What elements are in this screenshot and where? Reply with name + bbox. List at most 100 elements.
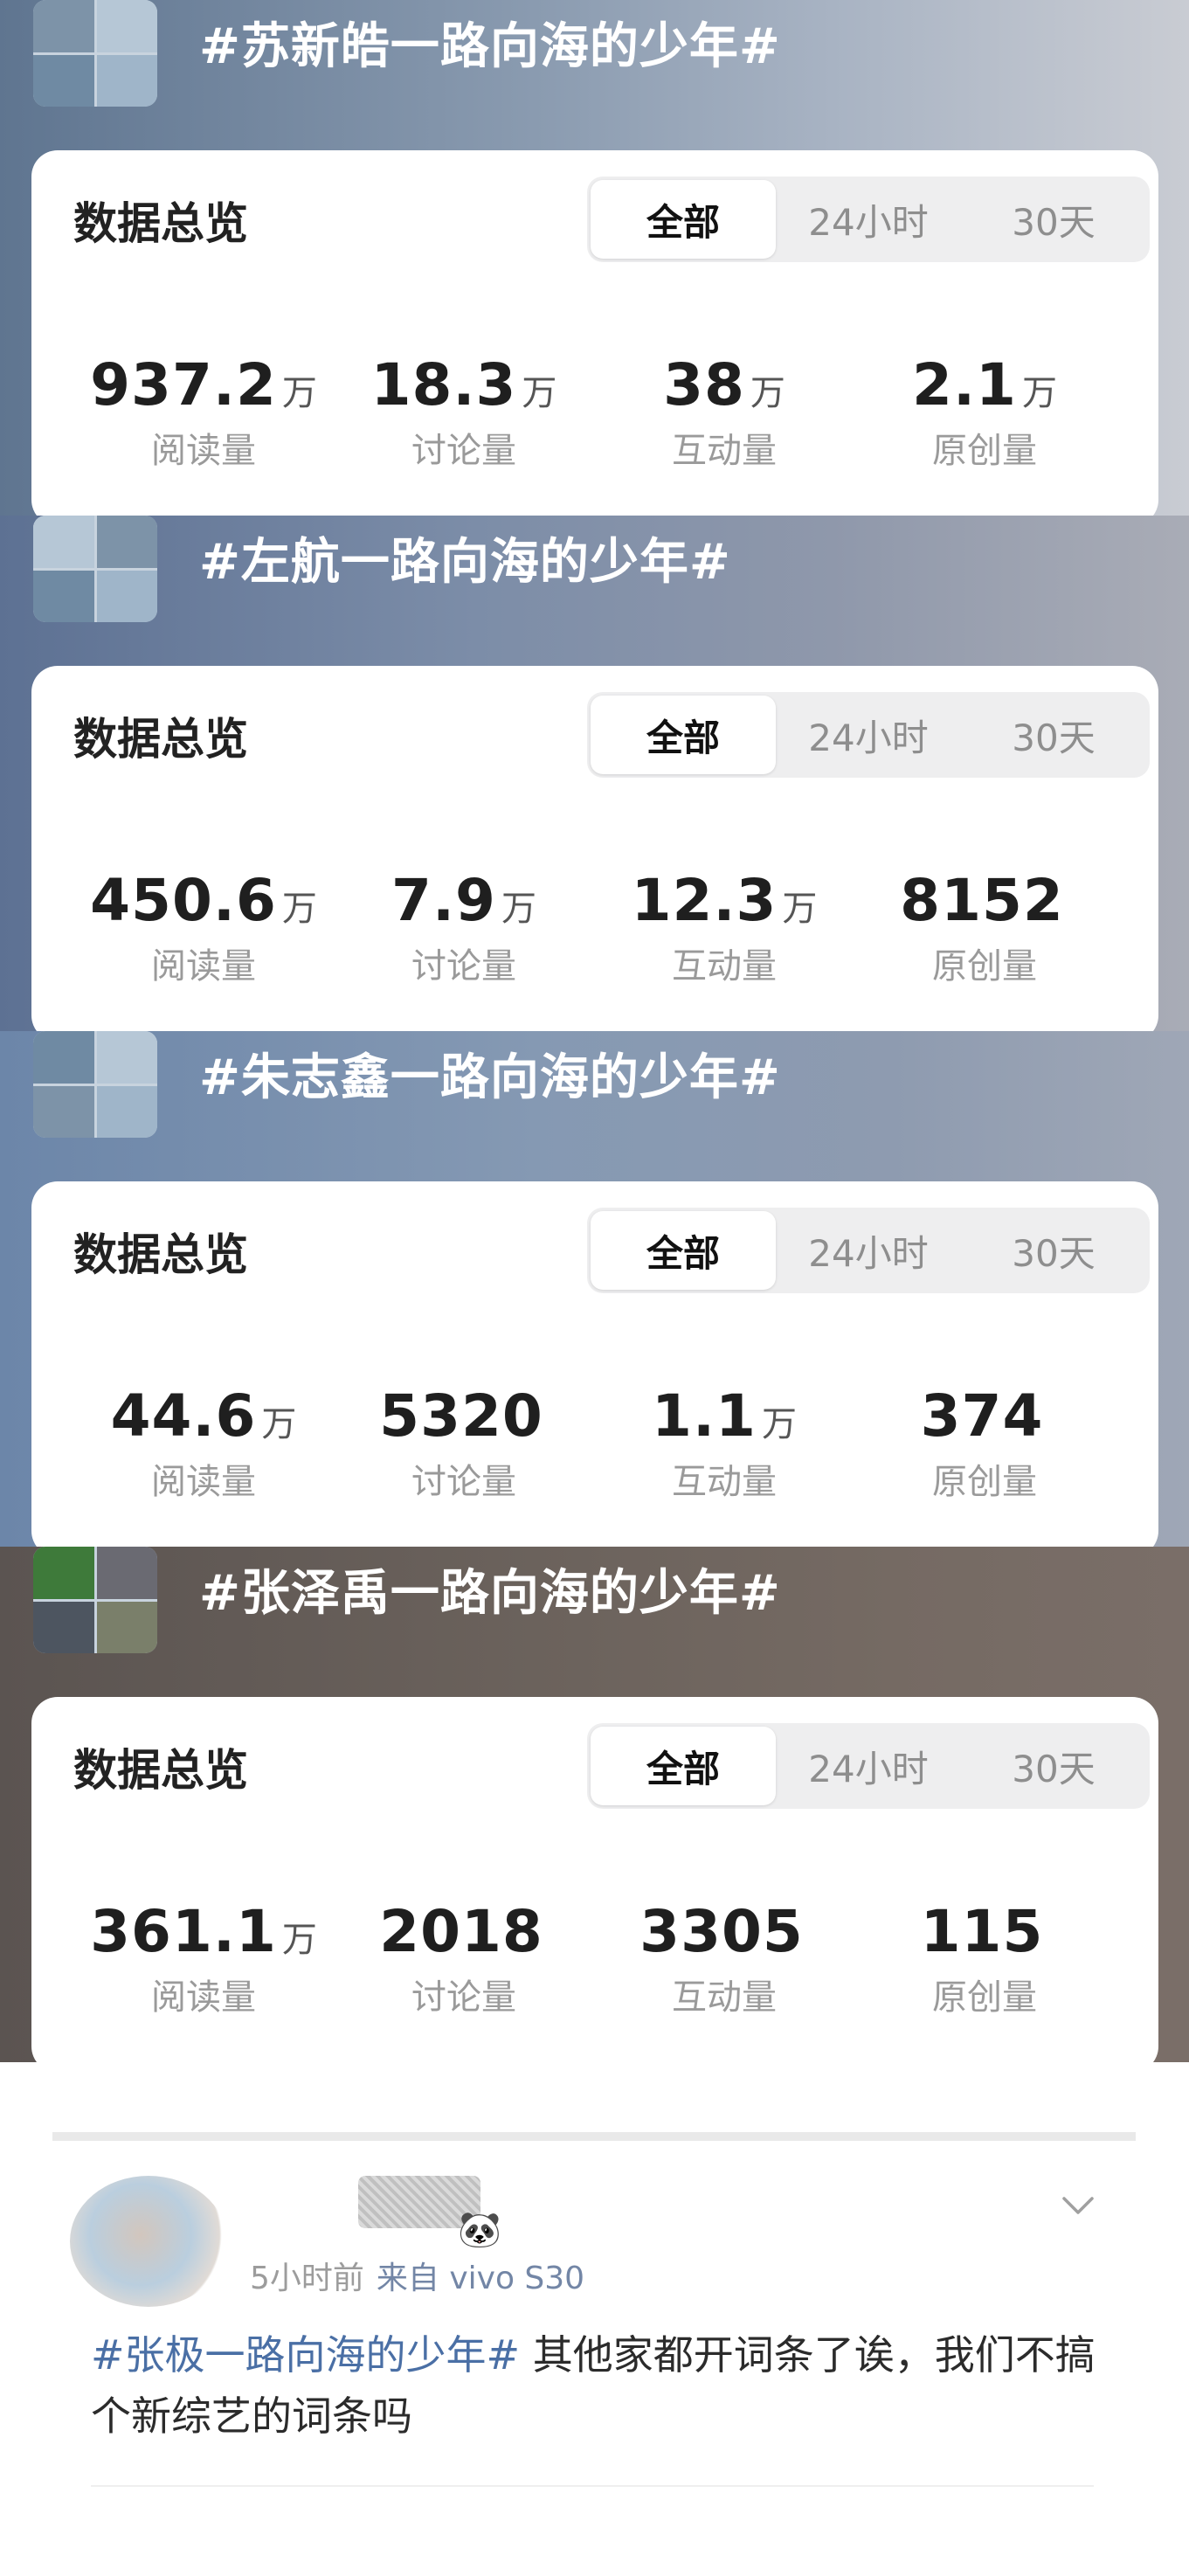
post-meta: 5小时前 来自 vivo S30 [250, 2253, 584, 2298]
topic-section: #朱志鑫一路向海的少年# 数据总览 全部 24小时 30天 44.6 万 阅读量 … [0, 1031, 1189, 1547]
topic-section: #张泽禹一路向海的少年# 数据总览 全部 24小时 30天 361.1 万 阅读量… [0, 1547, 1189, 2062]
stat-label: 原创量 [932, 1977, 1037, 2018]
card-title: 数据总览 [73, 1229, 248, 1280]
stats-row: 361.1 万 阅读量 2018 讨论量 3305 互动量 115 原创量 [31, 1898, 1158, 2019]
stat-discussions: 7.9 万 讨论量 [334, 867, 594, 988]
stat-discussions: 2018 讨论量 [334, 1898, 594, 2019]
avatar[interactable] [70, 2176, 227, 2307]
stat-label: 阅读量 [151, 1977, 256, 2018]
stat-value: 2.1 [912, 351, 1017, 419]
data-overview-card: 数据总览 全部 24小时 30天 937.2 万 阅读量 18.3 万 讨论量 38… [31, 150, 1158, 516]
tab-all[interactable]: 全部 [591, 696, 776, 774]
stat-value: 44.6 [110, 1382, 257, 1450]
stat-unit: 万 [281, 373, 317, 413]
stat-reads: 44.6 万 阅读量 [73, 1382, 334, 1504]
topic-avatar[interactable] [33, 1547, 157, 1653]
divider [91, 2485, 1094, 2487]
stat-label: 互动量 [672, 1977, 777, 2018]
tab-30d[interactable]: 30天 [961, 696, 1146, 774]
panda-icon: 🐼 [458, 2210, 501, 2250]
stats-row: 44.6 万 阅读量 5320 讨论量 1.1 万 互动量 374 原创量 [31, 1382, 1158, 1504]
stat-label: 原创量 [932, 1462, 1037, 1502]
topic-title[interactable]: #左航一路向海的少年# [199, 523, 731, 593]
stat-originals: 115 原创量 [854, 1898, 1115, 2019]
tab-all[interactable]: 全部 [591, 1211, 776, 1290]
card-title: 数据总览 [73, 1745, 248, 1796]
stat-unit: 万 [261, 1404, 297, 1444]
stat-value: 361.1 [90, 1898, 277, 1965]
hashtag-link[interactable]: #张极一路向海的少年# [91, 2331, 520, 2379]
tab-30d[interactable]: 30天 [961, 1211, 1146, 1290]
stat-interactions: 12.3 万 互动量 [594, 867, 854, 988]
stat-value: 2018 [379, 1898, 543, 1965]
stat-label: 原创量 [932, 431, 1037, 471]
stats-row: 937.2 万 阅读量 18.3 万 讨论量 38 万 互动量 2.1 万 原创量 [31, 351, 1158, 473]
post-source: 来自 vivo S30 [376, 2261, 585, 2296]
stat-value: 450.6 [90, 867, 277, 934]
tab-24h[interactable]: 24小时 [776, 1727, 961, 1805]
stat-interactions: 3305 互动量 [594, 1898, 854, 2019]
tab-30d[interactable]: 30天 [961, 1727, 1146, 1805]
stat-label: 阅读量 [151, 1462, 256, 1502]
stat-interactions: 1.1 万 互动量 [594, 1382, 854, 1504]
stat-unit: 万 [522, 373, 557, 413]
stat-value: 3305 [639, 1898, 804, 1965]
card-title: 数据总览 [73, 714, 248, 765]
stat-reads: 361.1 万 阅读量 [73, 1898, 334, 2019]
stat-discussions: 5320 讨论量 [334, 1382, 594, 1504]
stat-label: 讨论量 [411, 1977, 516, 2018]
tab-30d[interactable]: 30天 [961, 180, 1146, 259]
stat-originals: 2.1 万 原创量 [854, 351, 1115, 473]
weibo-post: 🐼 5小时前 来自 vivo S30 #张极一路向海的少年# 其他家都开词条了诶，… [0, 2062, 1189, 2576]
topic-title[interactable]: #张泽禹一路向海的少年# [199, 1554, 781, 1624]
stat-unit: 万 [761, 1404, 797, 1444]
stat-label: 阅读量 [151, 431, 256, 471]
stat-unit: 万 [750, 373, 785, 413]
stat-value: 38 [663, 351, 745, 419]
stat-originals: 374 原创量 [854, 1382, 1115, 1504]
stat-unit: 万 [1021, 373, 1057, 413]
tab-all[interactable]: 全部 [591, 180, 776, 259]
time-range-tabs: 全部 24小时 30天 [587, 1723, 1150, 1809]
topic-section: #左航一路向海的少年# 数据总览 全部 24小时 30天 450.6 万 阅读量 … [0, 516, 1189, 1031]
stat-label: 讨论量 [411, 431, 516, 471]
stat-interactions: 38 万 互动量 [594, 351, 854, 473]
stats-row: 450.6 万 阅读量 7.9 万 讨论量 12.3 万 互动量 8152 原创量 [31, 867, 1158, 988]
stat-reads: 450.6 万 阅读量 [73, 867, 334, 988]
topic-title[interactable]: #朱志鑫一路向海的少年# [199, 1038, 781, 1109]
stat-label: 互动量 [672, 946, 777, 987]
tab-all[interactable]: 全部 [591, 1727, 776, 1805]
stat-value: 7.9 [391, 867, 496, 934]
chevron-down-icon[interactable] [1059, 2186, 1097, 2225]
topic-avatar[interactable] [33, 516, 157, 622]
stat-reads: 937.2 万 阅读量 [73, 351, 334, 473]
stat-originals: 8152 原创量 [854, 867, 1115, 988]
time-range-tabs: 全部 24小时 30天 [587, 177, 1150, 262]
stat-unit: 万 [501, 889, 536, 929]
stat-unit: 万 [281, 1920, 317, 1960]
stat-value: 8152 [900, 867, 1064, 934]
topic-avatar[interactable] [33, 0, 157, 107]
stat-value: 18.3 [370, 351, 517, 419]
stat-unit: 万 [782, 889, 818, 929]
stat-unit: 万 [281, 889, 317, 929]
tab-24h[interactable]: 24小时 [776, 1211, 961, 1290]
tab-24h[interactable]: 24小时 [776, 180, 961, 259]
stat-label: 互动量 [672, 431, 777, 471]
stat-label: 讨论量 [411, 946, 516, 987]
stat-label: 阅读量 [151, 946, 256, 987]
stat-value: 5320 [379, 1382, 543, 1450]
data-overview-card: 数据总览 全部 24小时 30天 450.6 万 阅读量 7.9 万 讨论量 12.… [31, 666, 1158, 1031]
time-range-tabs: 全部 24小时 30天 [587, 1208, 1150, 1293]
topic-avatar[interactable] [33, 1031, 157, 1138]
topic-title[interactable]: #苏新皓一路向海的少年# [199, 7, 781, 78]
stat-label: 原创量 [932, 946, 1037, 987]
data-overview-card: 数据总览 全部 24小时 30天 361.1 万 阅读量 2018 讨论量 330… [31, 1697, 1158, 2062]
stat-value: 937.2 [90, 351, 277, 419]
post-time: 5小时前 [250, 2261, 364, 2296]
divider [52, 2132, 1136, 2141]
stat-label: 互动量 [672, 1462, 777, 1502]
tab-24h[interactable]: 24小时 [776, 696, 961, 774]
data-overview-card: 数据总览 全部 24小时 30天 44.6 万 阅读量 5320 讨论量 1.1 万… [31, 1181, 1158, 1547]
stat-value: 374 [920, 1382, 1044, 1450]
